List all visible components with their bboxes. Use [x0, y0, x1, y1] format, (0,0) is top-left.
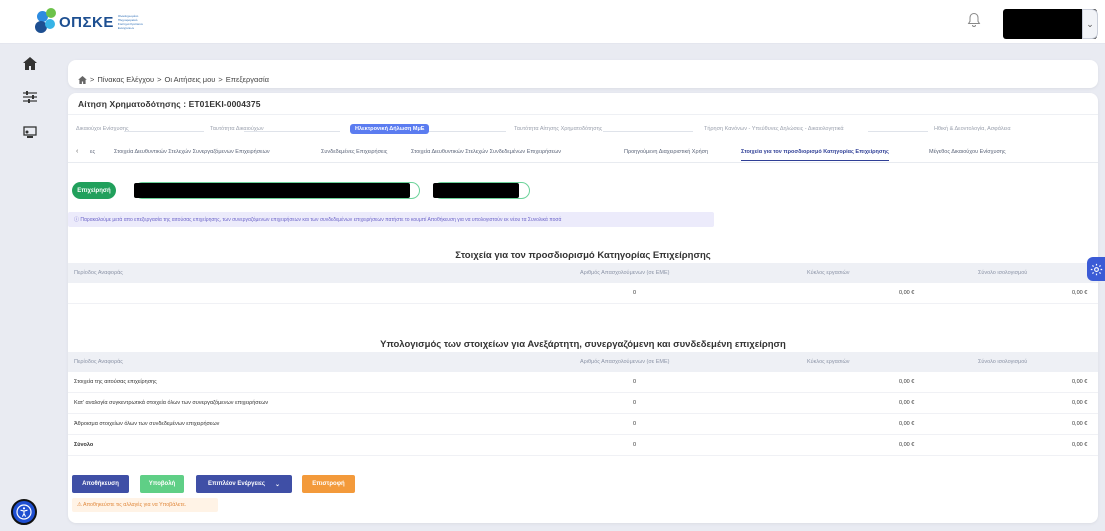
enterprise-pill-redacted[interactable]	[433, 182, 530, 199]
enterprise-button[interactable]: Επιχείρησή	[72, 182, 116, 199]
user-menu-chevron-down-icon[interactable]: ⌄	[1082, 9, 1098, 39]
breadcrumb-home-icon[interactable]	[78, 75, 87, 84]
submit-button[interactable]: Υποβολή	[140, 475, 184, 493]
step-application-identity[interactable]: Ταυτότητα Αίτησης Χρηματοδότησης	[514, 126, 602, 132]
wizard-steps: Δικαιούχοι Ενίσχυσης Ταυτότητα Δικαιούχω…	[68, 124, 1098, 138]
tab-previous-fiscal-year[interactable]: Προηγούμενη Διαχειριστική Χρήση	[624, 149, 708, 155]
notifications-bell-icon[interactable]	[967, 12, 983, 30]
accessibility-icon[interactable]	[11, 499, 37, 525]
column-header: Κύκλος εργασιών	[807, 270, 850, 276]
more-actions-button[interactable]: Επιπλέον Ενέργειες ⌄	[196, 475, 292, 493]
cell-period: Άθροισμα στοιχείων όλων των συνδεδεμένων…	[74, 421, 220, 427]
table-row: Άθροισμα στοιχείων όλων των συνδεδεμένων…	[68, 414, 1098, 435]
logo-mark-icon	[35, 8, 65, 36]
applications-monitor-icon[interactable]	[22, 124, 38, 140]
table-header: Περίοδος Αναφοράς Αριθμός Απασχολούμενων…	[68, 352, 1098, 372]
tabs-scroll-left-icon[interactable]: ‹	[76, 148, 78, 155]
sub-tabs: ‹ ες Στοιχεία Διευθυντικών Στελεχών Συνε…	[68, 145, 1098, 163]
breadcrumb-separator: >	[157, 75, 162, 84]
cell-employees: 0	[633, 379, 637, 385]
back-button[interactable]: Επιστροφή	[302, 475, 355, 493]
save-button[interactable]: Αποθήκευση	[72, 475, 129, 493]
cell-turnover: 0,00 €	[899, 421, 915, 427]
more-actions-label: Επιπλέον Ενέργειες	[208, 481, 265, 487]
cell-turnover: 0,00 €	[899, 290, 915, 296]
cell-turnover: 0,00 €	[899, 400, 915, 406]
filters-sliders-icon[interactable]	[22, 89, 38, 105]
application-card: Αίτηση Χρηματοδότησης : ΕΤ01ΕΚΙ-0004375 …	[68, 93, 1098, 523]
cell-employees: 0	[633, 442, 637, 448]
step-connector	[603, 131, 693, 132]
page-title: Αίτηση Χρηματοδότησης : ΕΤ01ΕΚΙ-0004375	[78, 99, 261, 109]
step-sme-declaration[interactable]: Ηλεκτρονική Δήλωση ΜμΕ	[350, 124, 430, 134]
cell-balance: 0,00 €	[1072, 400, 1088, 406]
cell-balance: 0,00 €	[1072, 290, 1088, 296]
column-header: Περίοδος Αναφοράς	[74, 270, 123, 276]
info-note: ⓘ Παρακαλούμε μετά απο επεξεργασία της α…	[68, 212, 714, 227]
section-title-calculation: Υπολογισμός των στοιχείων για Ανεξάρτητη…	[380, 339, 786, 350]
cell-employees: 0	[633, 421, 637, 427]
top-bar: ΟΠΣΚΕ Ολοκληρωμένο Πληροφοριακό Σύστημα …	[0, 0, 1105, 44]
table-row: Στοιχεία της αιτούσας επιχείρησης 0 0,00…	[68, 372, 1098, 393]
chevron-down-icon: ⌄	[274, 481, 280, 488]
column-header: Σύνολο ισολογισμού	[978, 270, 1028, 276]
step-connector	[124, 131, 204, 132]
cell-balance: 0,00 €	[1072, 421, 1088, 427]
breadcrumb-item-edit: Επεξεργασία	[225, 75, 270, 84]
breadcrumb-separator: >	[218, 75, 223, 84]
logo-text: ΟΠΣΚΕ	[59, 13, 114, 31]
info-note-text: Παρακαλούμε μετά απο επεξεργασία της αιτ…	[80, 217, 562, 223]
breadcrumb-item-my-applications[interactable]: Οι Αιτήσεις μου	[165, 75, 216, 84]
redacted-block	[433, 183, 519, 198]
redacted-block	[134, 183, 410, 198]
cell-employees: 0	[633, 290, 637, 296]
home-icon[interactable]	[22, 55, 38, 71]
column-header: Αριθμός Απασχολούμενων (σε ΕΜΕ)	[580, 270, 670, 276]
cell-balance: 0,00 €	[1072, 379, 1088, 385]
breadcrumb: > Πίνακας Ελέγχου > Οι Αιτήσεις μου > Επ…	[68, 60, 1098, 88]
column-header: Κύκλος εργασιών	[807, 359, 850, 365]
cell-period: Σύνολο	[74, 442, 94, 448]
step-rules-declarations[interactable]: Τήρηση Κανόνων - Υπεύθυνες Δηλώσεις - Δι…	[704, 126, 844, 132]
settings-gear-icon[interactable]	[1087, 257, 1105, 281]
breadcrumb-separator: >	[90, 75, 95, 84]
logo-tagline: Ολοκληρωμένο Πληροφοριακό Σύστημα Κρατικ…	[117, 14, 143, 30]
cell-turnover: 0,00 €	[899, 442, 915, 448]
tab-linked-enterprises[interactable]: Συνδεδεμένες Επιχειρήσεις	[321, 149, 387, 155]
step-beneficiaries[interactable]: Δικαιούχοι Ενίσχυσης	[76, 126, 129, 132]
column-header: Σύνολο ισολογισμού	[978, 359, 1028, 365]
cell-employees: 0	[633, 400, 637, 406]
step-connector	[426, 131, 506, 132]
tab-linked-managers[interactable]: Στοιχεία Διευθυντικών Στελεχών Συνδεδεμέ…	[411, 149, 561, 155]
cell-turnover: 0,00 €	[899, 379, 915, 385]
table-row-total: Σύνολο 0 0,00 € 0,00 €	[68, 435, 1098, 456]
tab-category-determination[interactable]: Στοιχεία για τον προσδιορισμό Κατηγορίας…	[741, 149, 889, 161]
step-connector	[868, 131, 928, 132]
section-title-category: Στοιχεία για τον προσδιορισμό Κατηγορίας…	[455, 250, 711, 261]
cell-balance: 0,00 €	[1072, 442, 1088, 448]
step-ethics-security[interactable]: Ηθική & Δεοντολογία, Ασφάλεια	[934, 126, 1011, 132]
breadcrumb-item-dashboard[interactable]: Πίνακας Ελέγχου	[97, 75, 154, 84]
divider	[68, 114, 1098, 115]
step-beneficiary-identity[interactable]: Ταυτότητα Δικαιούχων	[210, 126, 264, 132]
warning-text: Αποθηκεύστε τις αλλαγές για να Υποβάλετε…	[82, 502, 187, 508]
table-row: 0 0,00 € 0,00 €	[68, 283, 1098, 304]
save-warning: ⚠ Αποθηκεύστε τις αλλαγές για να Υποβάλε…	[72, 498, 218, 512]
column-header: Περίοδος Αναφοράς	[74, 359, 123, 365]
app-logo[interactable]: ΟΠΣΚΕ Ολοκληρωμένο Πληροφοριακό Σύστημα …	[35, 7, 146, 37]
table-header: Περίοδος Αναφοράς Αριθμός Απασχολούμενων…	[68, 263, 1098, 283]
enterprise-pill-redacted[interactable]	[134, 182, 420, 199]
tab-beneficiary-size[interactable]: Μέγεθος Δικαιούχου Ενίσχυσης	[929, 149, 1006, 155]
cell-period: Στοιχεία της αιτούσας επιχείρησης	[74, 379, 157, 385]
tab-partner-managers[interactable]: Στοιχεία Διευθυντικών Στελεχών Συνεργαζό…	[114, 149, 270, 155]
table-row: Κατ' αναλογία συγκεντρωτικά στοιχεία όλω…	[68, 393, 1098, 414]
column-header: Αριθμός Απασχολούμενων (σε ΕΜΕ)	[580, 359, 670, 365]
cell-period: Κατ' αναλογία συγκεντρωτικά στοιχεία όλω…	[74, 400, 269, 406]
side-navigation	[0, 44, 60, 531]
tab-previous[interactable]: ες	[90, 149, 95, 155]
